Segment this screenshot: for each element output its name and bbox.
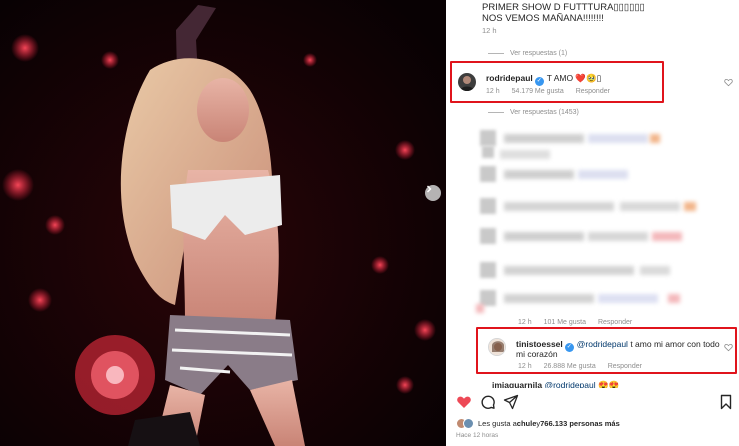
liker-username[interactable]: chule (517, 419, 537, 428)
view-replies-button[interactable]: Ver respuestas (1) (488, 50, 567, 57)
blurred-text (668, 294, 680, 303)
blurred-text (598, 294, 658, 303)
post-caption: PRIMER SHOW D FUTTTURA▯▯▯▯▯▯ NOS VEMOS M… (482, 2, 645, 24)
blurred-avatar (480, 198, 496, 214)
blurred-text (504, 202, 614, 211)
view-replies-button[interactable]: Ver respuestas (1453) (488, 109, 579, 116)
blurred-avatar (480, 228, 496, 244)
view-replies-label: Ver respuestas (1453) (510, 109, 579, 116)
blurred-text (588, 134, 648, 143)
likes-summary: Les gusta a chule y 766.133 personas más (456, 418, 620, 429)
post-image[interactable] (0, 0, 446, 446)
blurred-text (504, 232, 584, 241)
blurred-text (476, 304, 484, 313)
blurred-text (500, 150, 550, 159)
highlight-box (450, 61, 664, 103)
comment-likes-count[interactable]: 101 Me gusta (544, 319, 586, 326)
comment-time: 12 h (518, 319, 532, 326)
chevron-right-icon (427, 185, 432, 193)
blurred-text (578, 170, 628, 179)
mention-link[interactable]: @rodridepaul (544, 380, 595, 388)
comment-meta: 12 h 101 Me gusta Responder (518, 319, 642, 326)
blurred-text (652, 232, 682, 241)
share-icon[interactable] (503, 394, 519, 410)
view-replies-label: Ver respuestas (1) (510, 50, 568, 57)
replies-divider (488, 53, 504, 54)
blurred-text (504, 134, 584, 143)
blurred-text (650, 134, 660, 143)
blurred-text (684, 202, 696, 211)
blurred-avatar (480, 166, 496, 182)
blurred-text (620, 202, 680, 211)
blurred-avatar (482, 146, 494, 158)
bookmark-icon[interactable] (718, 394, 734, 410)
heart-icon[interactable] (724, 78, 733, 87)
concert-photo (0, 0, 446, 446)
likes-prefix: Les gusta a (478, 419, 517, 428)
caption-line: PRIMER SHOW D FUTTTURA▯▯▯▯▯▯ (482, 2, 645, 13)
blurred-avatar (480, 262, 496, 278)
blurred-text (640, 266, 670, 275)
replies-divider (488, 112, 504, 113)
next-image-button[interactable] (425, 185, 441, 201)
likes-count[interactable]: 766.133 personas más (540, 419, 620, 428)
comment-username[interactable]: imiaguarnila (492, 380, 542, 388)
liker-avatar[interactable] (463, 418, 474, 429)
blurred-text (504, 294, 594, 303)
heart-icon[interactable] (456, 394, 472, 410)
post-time: Hace 12 horas (456, 432, 499, 439)
reply-button[interactable]: Responder (598, 319, 632, 326)
blurred-text (588, 232, 648, 241)
caption-time: 12 h (482, 26, 497, 35)
action-bar (446, 394, 739, 412)
comment-icon[interactable] (480, 394, 496, 410)
blurred-avatar (480, 130, 496, 146)
blurred-text (504, 170, 574, 179)
caption-line: NOS VEMOS MAÑANA!!!!!!!! (482, 13, 604, 24)
blurred-text (504, 266, 634, 275)
comment-text-line: imiaguarnila @rodridepaul 😍😍 (492, 380, 619, 388)
comment-text: 😍😍 (598, 380, 620, 388)
comments-panel: PRIMER SHOW D FUTTTURA▯▯▯▯▯▯ NOS VEMOS M… (446, 0, 739, 446)
highlight-box (476, 327, 737, 374)
